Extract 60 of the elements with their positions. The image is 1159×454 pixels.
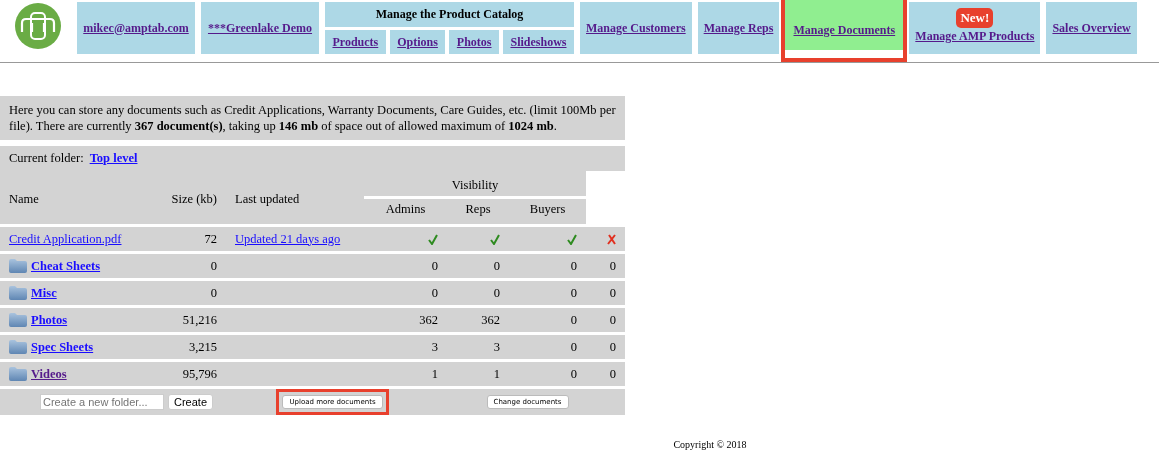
create-button[interactable]: Create — [168, 394, 214, 410]
nav-tab[interactable]: New! Manage AMP Products — [909, 2, 1041, 54]
nav-tab[interactable]: Sales Overview — [1046, 2, 1137, 54]
size-cell: 3,215 — [148, 335, 226, 359]
count-cell: 362 — [364, 308, 448, 332]
catalog-link[interactable]: Products — [325, 30, 386, 54]
catalog-link[interactable]: Slideshows — [503, 30, 574, 54]
count-cell: 0 — [364, 254, 448, 278]
catalog-link[interactable]: Options — [389, 30, 446, 54]
folder-link[interactable]: Photos — [31, 312, 68, 328]
count-cell: 1 — [364, 362, 448, 386]
folder-icon — [9, 286, 27, 300]
size-cell: 72 — [148, 227, 226, 251]
catalog-link[interactable]: Photos — [449, 30, 499, 54]
user-email-link[interactable]: mikec@amptab.com — [83, 20, 189, 36]
nav-tab[interactable]: Manage Reps — [697, 2, 780, 54]
count-cell: 362 — [447, 308, 510, 332]
nav-tab[interactable]: Manage Customers — [580, 2, 692, 54]
folder-link[interactable]: Videos — [31, 366, 67, 382]
size-cell: 95,796 — [148, 362, 226, 386]
column-header: Buyers — [509, 199, 587, 224]
new-folder-field[interactable]: Create a new folder... — [40, 394, 164, 410]
count-cell: 0 — [364, 281, 448, 305]
size-cell: 51,216 — [148, 308, 226, 332]
folder-link[interactable]: Misc — [31, 285, 57, 301]
folder-icon — [9, 367, 27, 381]
count-cell: 0 — [509, 335, 587, 359]
count-cell: 1 — [447, 362, 510, 386]
folder-icon — [9, 340, 27, 354]
count-cell: 3 — [364, 335, 448, 359]
size-cell: 0 — [148, 281, 226, 305]
size-cell: 0 — [148, 254, 226, 278]
count-cell: 0 — [447, 281, 510, 305]
count-cell: 0 — [586, 281, 625, 305]
count-cell: 0 — [586, 362, 625, 386]
new-badge: New! — [956, 8, 994, 28]
current-folder-label: Current folder: — [9, 151, 84, 166]
count-cell: 0 — [509, 362, 587, 386]
column-header: Visibility — [364, 171, 587, 196]
copyright-text: Copyright © 2018 — [672, 439, 748, 450]
folder-icon — [9, 313, 27, 327]
catalog-title: Manage the Product Catalog — [325, 2, 574, 27]
count-cell: 0 — [509, 254, 587, 278]
count-cell: 0 — [586, 254, 625, 278]
column-header: Last updated — [226, 171, 364, 224]
storage-info-text: Here you can store any documents such as Credit Applications, Warranty Documents, Care Guides, etc. (limit 100Mb per file). There are currently 367 document(s), taking up 146 mb of space out of allowed maximum of 1024 mb. — [0, 96, 625, 140]
amp-logo-icon — [15, 3, 61, 49]
column-header: Reps — [447, 199, 510, 224]
count-cell: 0 — [509, 281, 587, 305]
column-header: Size (kb) — [148, 171, 226, 224]
count-cell: 0 — [447, 254, 510, 278]
count-cell: 0 — [586, 308, 625, 332]
folder-icon — [9, 259, 27, 273]
count-cell: 0 — [509, 308, 587, 332]
column-header: Admins — [364, 199, 448, 224]
column-header: Name — [0, 171, 148, 224]
count-cell: 0 — [586, 335, 625, 359]
top-level-link[interactable]: Top level — [89, 151, 138, 166]
count-cell: 3 — [447, 335, 510, 359]
account-link[interactable]: ***Greenlake Demo — [207, 20, 313, 36]
